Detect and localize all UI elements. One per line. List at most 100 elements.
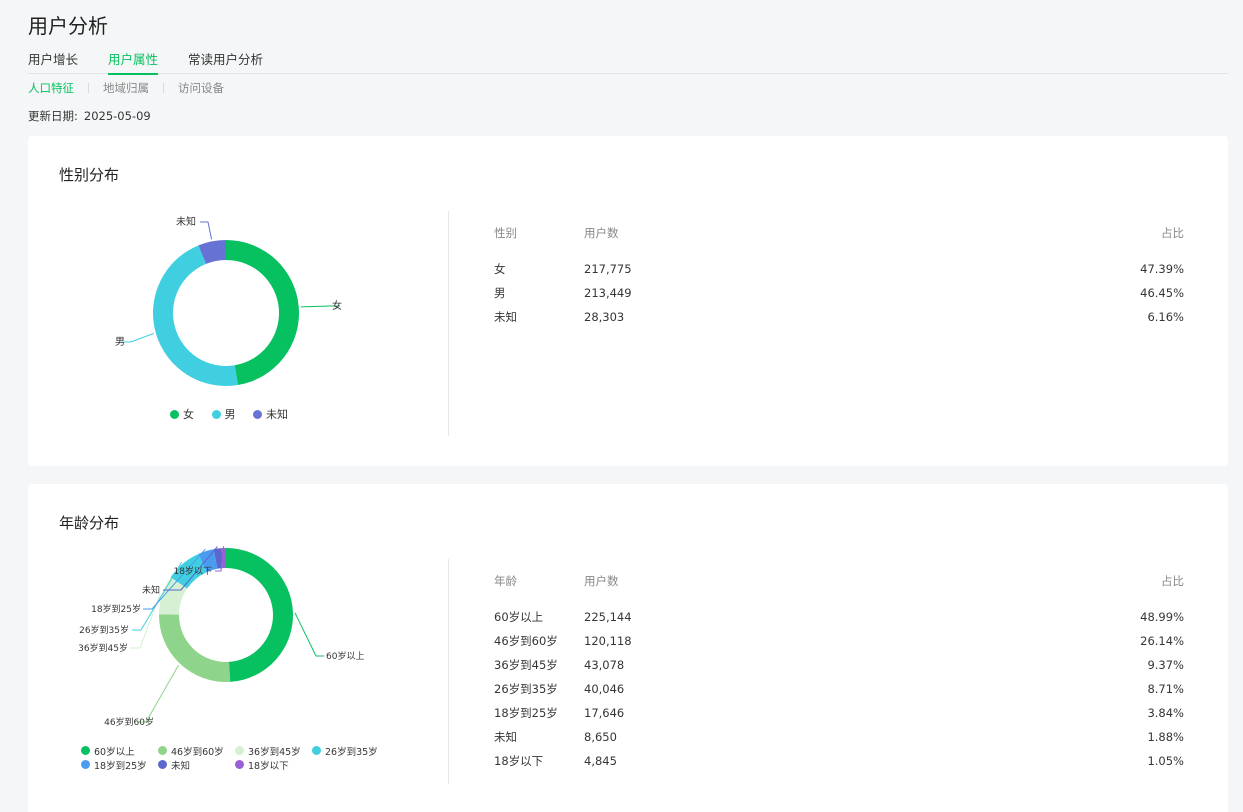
- cell-pct: 6.16%: [1147, 310, 1184, 324]
- age-donut-chart: 60岁以上 46岁到60岁 36岁到45岁 26岁到35岁 18岁到25岁未知 18岁以下: [78, 545, 364, 728]
- legend-item[interactable]: 未知: [253, 406, 288, 422]
- cell-count: 28,303: [584, 310, 625, 324]
- legend-item[interactable]: 女: [170, 406, 194, 422]
- table-row: 男 213,449 46.45%: [494, 281, 1184, 305]
- table-header: 年龄 用户数 占比: [494, 569, 1184, 593]
- legend-dot: [81, 760, 90, 769]
- cell-count: 43,078: [584, 658, 625, 672]
- tab-user-growth[interactable]: 用户增长: [28, 50, 78, 74]
- cell-pct: 26.14%: [1140, 634, 1184, 648]
- cell-pct: 46.45%: [1140, 286, 1184, 300]
- legend-item[interactable]: 36岁到45岁: [235, 744, 312, 758]
- cell-count: 217,775: [584, 262, 632, 276]
- legend-dot: [235, 760, 244, 769]
- donut-slice[interactable]: [153, 245, 238, 386]
- legend-label: 女: [183, 408, 194, 421]
- legend-item[interactable]: 60岁以上: [81, 744, 158, 758]
- update-date-label: 更新日期:: [28, 109, 78, 123]
- legend-item[interactable]: 18岁以下: [235, 758, 312, 772]
- cell-name: 18岁到25岁: [494, 706, 558, 720]
- legend-label: 男: [224, 408, 236, 421]
- donut-slice[interactable]: [226, 240, 299, 386]
- slice-label: 女: [332, 299, 342, 312]
- cell-name: 60岁以上: [494, 610, 544, 624]
- table-row: 18岁以下 4,845 1.05%: [494, 749, 1184, 773]
- cell-count: 40,046: [584, 682, 625, 696]
- card-divider: [448, 559, 449, 784]
- donut-slice[interactable]: [158, 614, 231, 682]
- legend-label: 未知: [171, 760, 191, 772]
- header-gender: 性别: [494, 226, 517, 240]
- subtab-device[interactable]: 访问设备: [178, 80, 224, 96]
- cell-name: 26岁到35岁: [494, 682, 558, 696]
- gender-legend: 女 男 未知: [170, 406, 302, 422]
- legend-item[interactable]: 18岁到25岁: [81, 758, 158, 772]
- table-row: 女 217,775 47.39%: [494, 257, 1184, 281]
- cell-name: 18岁以下: [494, 754, 544, 768]
- legend-dot: [235, 746, 244, 755]
- header-users: 用户数: [584, 226, 619, 240]
- cell-pct: 3.84%: [1147, 706, 1184, 720]
- slice-label: 未知: [176, 215, 196, 228]
- age-card: 年龄分布 60岁以上 46岁到60岁 36岁到45岁 26岁到35岁 18岁到25岁 未知…: [28, 484, 1228, 812]
- legend-item[interactable]: 男: [211, 406, 236, 422]
- cell-count: 213,449: [584, 286, 632, 300]
- tab-user-attributes[interactable]: 用户属性: [108, 50, 159, 75]
- sub-tabs: 人口特征 地域归属 访问设备: [28, 80, 224, 96]
- subtab-divider: [163, 83, 164, 93]
- table-header: 性别 用户数 占比: [494, 221, 1184, 245]
- legend-label: 46岁到60岁: [171, 746, 224, 758]
- slice-label: 26岁到35岁: [79, 624, 129, 636]
- slice-label-line: [121, 332, 155, 343]
- cell-name: 46岁到60岁: [494, 634, 558, 648]
- subtab-demographics[interactable]: 人口特征: [28, 80, 74, 96]
- table-row: 未知 8,650 1.88%: [494, 725, 1184, 749]
- gender-table: 性别 用户数 占比 女 217,775 47.39% 男 213,449 46.45% …: [494, 221, 1184, 329]
- slice-label: 18岁以下: [174, 565, 212, 577]
- legend-label: 60岁以上: [94, 746, 135, 758]
- slice-label-line: [294, 612, 324, 657]
- main-tabs: 用户增长 用户属性 常读用户分析: [28, 50, 1228, 75]
- header-age: 年龄: [494, 574, 517, 588]
- age-legend: 60岁以上 46岁到60岁 36岁到45岁 26岁到35岁 18岁到25岁 未知 18岁以下: [81, 744, 401, 772]
- table-row: 36岁到45岁 43,078 9.37%: [494, 653, 1184, 677]
- cell-pct: 1.05%: [1147, 754, 1184, 768]
- legend-item[interactable]: 46岁到60岁: [158, 744, 235, 758]
- legend-dot: [312, 746, 321, 755]
- table-row: 46岁到60岁 120,118 26.14%: [494, 629, 1184, 653]
- slice-label: 60岁以上: [326, 650, 364, 662]
- slice-label: 46岁到60岁: [104, 716, 154, 728]
- header-ratio: 占比: [1161, 226, 1184, 240]
- cell-name: 36岁到45岁: [494, 658, 558, 672]
- page-title: 用户分析: [28, 14, 108, 38]
- legend-label: 18岁以下: [248, 760, 289, 772]
- slice-label: 未知: [142, 584, 160, 596]
- age-table: 年龄 用户数 占比 60岁以上 225,144 48.99% 46岁到60岁 120,…: [494, 569, 1184, 773]
- update-date: 更新日期: 2025-05-09: [28, 108, 151, 124]
- legend-dot: [158, 746, 167, 755]
- slice-label: 36岁到45岁: [78, 642, 128, 654]
- gender-card: 性别分布 女男未知 女 男 未知 性别 用户数 占比 女 217,775 47.39…: [28, 136, 1228, 466]
- legend-label: 未知: [266, 408, 288, 421]
- cell-pct: 9.37%: [1147, 658, 1184, 672]
- donut-slice[interactable]: [226, 548, 293, 682]
- cell-count: 8,650: [584, 730, 617, 744]
- legend-item[interactable]: 未知: [158, 758, 235, 772]
- cell-pct: 48.99%: [1140, 610, 1184, 624]
- cell-count: 4,845: [584, 754, 617, 768]
- slice-label: 男: [115, 336, 125, 348]
- subtab-region[interactable]: 地域归属: [103, 80, 149, 96]
- cell-pct: 1.88%: [1147, 730, 1184, 744]
- legend-item[interactable]: 26岁到35岁: [312, 744, 389, 758]
- legend-dot: [81, 746, 90, 755]
- cell-count: 120,118: [584, 634, 632, 648]
- header-ratio: 占比: [1161, 574, 1184, 588]
- cell-name: 未知: [494, 310, 517, 324]
- table-row: 18岁到25岁 17,646 3.84%: [494, 701, 1184, 725]
- tab-frequent-readers[interactable]: 常读用户分析: [188, 50, 263, 74]
- table-row: 26岁到35岁 40,046 8.71%: [494, 677, 1184, 701]
- legend-dot: [253, 409, 262, 419]
- slice-label: 18岁到25岁: [91, 603, 141, 615]
- subtab-divider: [88, 83, 89, 93]
- cell-count: 17,646: [584, 706, 625, 720]
